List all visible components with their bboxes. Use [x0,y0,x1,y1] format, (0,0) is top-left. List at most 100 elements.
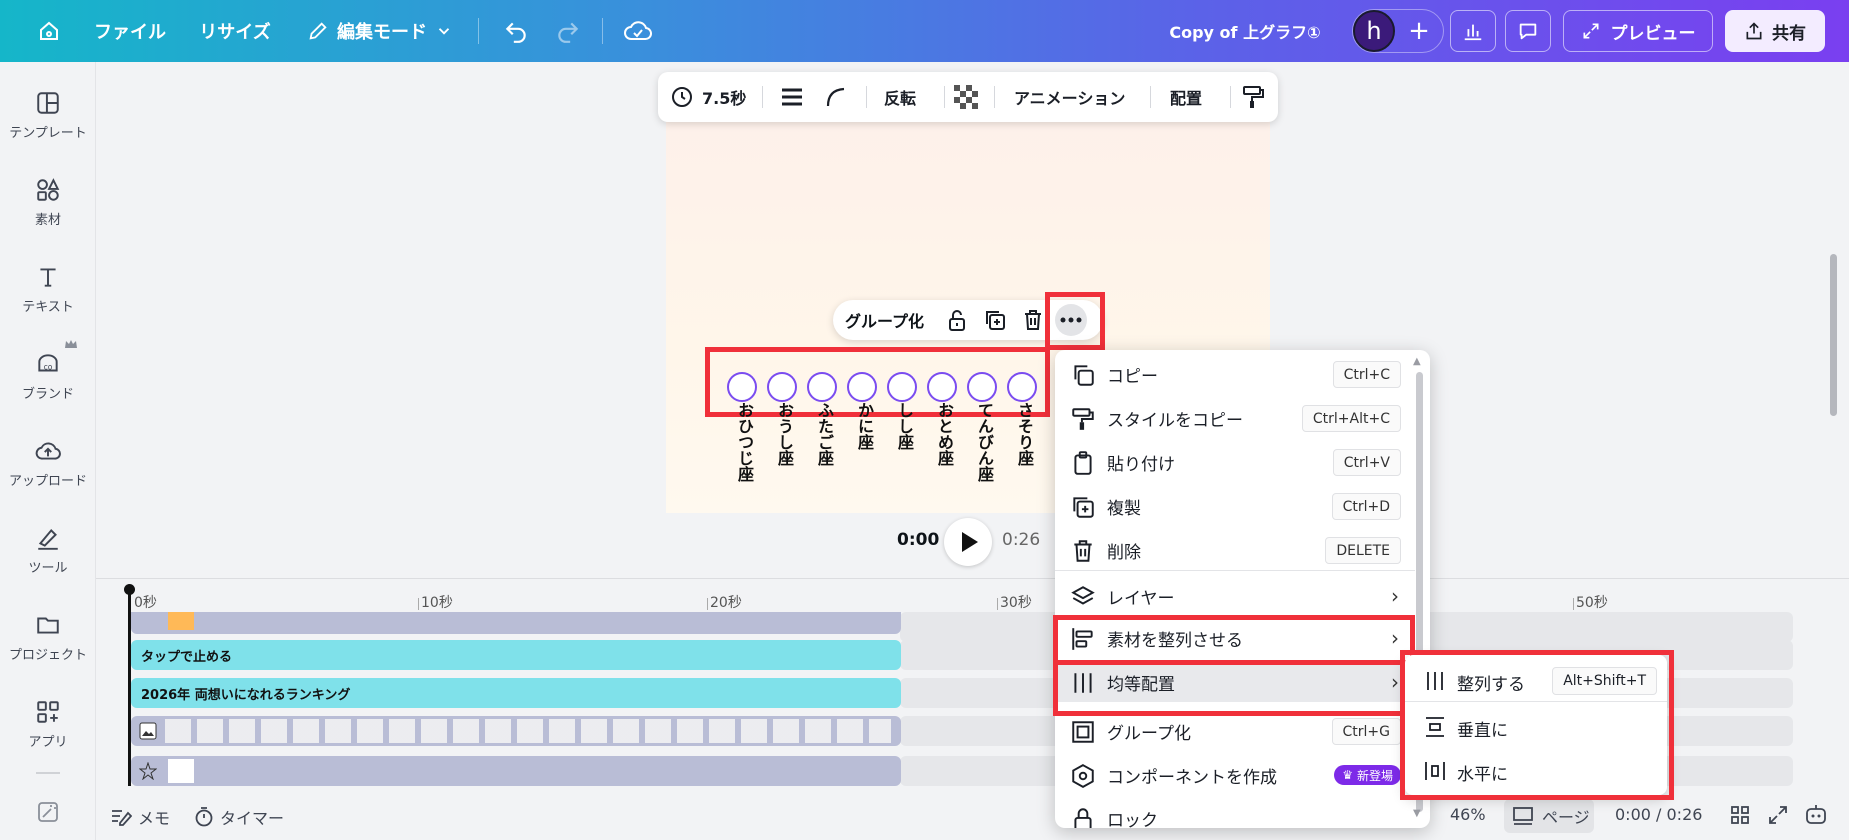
scroll-up-arrow[interactable]: ▲ [1413,356,1421,367]
edit-mode-dropdown[interactable]: 編集モード [300,10,460,52]
file-menu[interactable]: ファイル [92,10,168,52]
timeline-track[interactable]: タップで止める [131,640,901,670]
menu-item-label: 複製 [1107,498,1141,519]
border-style-button[interactable] [780,72,804,122]
save-status-button[interactable] [618,10,658,52]
menu-item-copy[interactable]: コピー Ctrl+C [1055,354,1415,394]
brand-icon: co [38,354,58,372]
flip-button[interactable]: 反転 [884,72,916,122]
menu-item-group[interactable]: グループ化 Ctrl+G [1055,711,1415,751]
menu-item-create-component[interactable]: コンポーネントを作成 ♛ 新登場 [1055,755,1415,795]
duplicate-icon[interactable] [983,308,1007,332]
menu-item-duplicate[interactable]: 複製 Ctrl+D [1055,486,1415,526]
sidebar-item-brand[interactable]: co ブランド [0,343,96,423]
pointer-stickers-strip [165,719,891,743]
notes-button[interactable]: メモ [110,805,170,829]
preview-button[interactable]: プレビュー [1563,10,1713,52]
scroll-down-arrow[interactable]: ▼ [1413,808,1421,819]
edit-mode-label: 編集モード [337,22,427,43]
sidebar-item-text[interactable]: テキスト [0,256,96,336]
pages-button[interactable]: ページ [1504,799,1594,833]
home-icon [40,21,58,40]
clock-icon [672,87,692,107]
duration-button[interactable]: 7.5秒 [670,72,746,122]
sidebar-divider [36,772,60,774]
position-button[interactable]: 配置 [1170,72,1202,122]
sidebar-label: 素材 [34,213,61,228]
animate-button[interactable]: アニメーション [1014,72,1125,122]
unlock-icon[interactable] [945,308,969,332]
highlight-align-item [1053,615,1415,665]
text-icon [40,268,56,287]
timeline-track[interactable] [131,716,901,746]
resize-button[interactable]: リサイズ [198,10,272,52]
corner-rounding-button[interactable] [824,72,848,122]
zoom-level[interactable]: 46% [1450,805,1486,824]
add-collaborator-button[interactable]: + [1398,10,1440,52]
group-button[interactable]: グループ化 [845,308,924,332]
left-sidebar: テンプレート 素材 テキスト co ブランド アップロード ツール プロジェクト… [0,62,96,840]
menu-item-shortcut: Ctrl+V [1332,449,1401,476]
menu-item-copy-style[interactable]: スタイルをコピー Ctrl+Alt+C [1055,398,1415,438]
sidebar-item-templates[interactable]: テンプレート [0,82,96,162]
avatar[interactable]: h [1353,10,1395,52]
menu-item-delete[interactable]: 削除 DELETE [1055,530,1415,570]
duplicate-icon [1073,497,1094,518]
timeline-track[interactable]: 2026年 両想いになれるランキング [131,678,901,708]
ruler-label: 20秒 [710,595,742,611]
timeline-track[interactable] [131,612,901,634]
grid-view-icon[interactable] [1730,805,1750,825]
timeline-track[interactable] [131,756,901,786]
sidebar-label: アップロード [8,474,87,489]
canvas-scrollbar[interactable] [1830,254,1837,416]
toolbar-divider [1230,86,1231,108]
transparency-button[interactable] [954,72,978,122]
home-button[interactable] [28,10,70,52]
sidebar-item-elements[interactable]: 素材 [0,169,96,249]
corner-curve-icon [826,87,845,107]
assistant-icon[interactable] [1804,803,1828,827]
zodiac-label: かに座 [855,402,874,450]
crown-icon [65,340,77,348]
sidebar-item-uploads[interactable]: アップロード [0,430,96,510]
magic-media-icon[interactable] [36,800,60,824]
toolbar-divider [1150,86,1151,108]
document-title[interactable]: Copy of 上グラフ① [1160,10,1330,52]
play-button[interactable] [944,518,992,566]
redo-button[interactable] [548,10,588,52]
menu-item-label: コピー [1107,366,1158,387]
share-button[interactable]: 共有 [1725,10,1825,52]
menu-item-paste[interactable]: 貼り付け Ctrl+V [1055,442,1415,482]
cloud-check-icon [624,21,652,40]
menu-item-shortcut: Ctrl+Alt+C [1301,405,1401,432]
sidebar-item-apps[interactable]: アプリ [0,691,96,771]
menu-item-lock[interactable]: ロック [1055,798,1415,828]
menu-item-label: グループ化 [1107,723,1191,744]
notes-icon [112,810,132,826]
sidebar-item-tools[interactable]: ツール [0,517,96,597]
copy-style-button[interactable] [1242,72,1264,122]
fullscreen-icon[interactable] [1768,805,1788,825]
menu-item-label: ロック [1107,810,1158,829]
timer-label: タイマー [220,809,285,828]
menu-separator [1055,570,1415,571]
timer-button[interactable]: タイマー [194,805,284,829]
sidebar-label: アプリ [28,735,68,750]
duration-label: 7.5秒 [702,89,747,108]
paint-roller-icon [1072,408,1094,430]
insights-button[interactable] [1450,10,1496,52]
playhead-handle[interactable] [124,584,135,595]
menu-item-layers[interactable]: レイヤー › [1055,576,1415,616]
pages-label: ページ [1542,808,1590,827]
comments-button[interactable] [1505,10,1551,52]
toolbar-divider [478,18,479,44]
undo-button[interactable] [496,10,536,52]
menu-item-label: 貼り付け [1107,454,1175,475]
track-thumbnail [168,612,194,630]
trash-icon[interactable] [1021,308,1045,332]
preview-label: プレビュー [1610,23,1696,44]
sidebar-item-projects[interactable]: プロジェクト [0,604,96,684]
highlight-submenu [1400,650,1674,800]
zodiac-label: おひつじ座 [735,402,754,482]
zodiac-sticker [847,372,877,402]
